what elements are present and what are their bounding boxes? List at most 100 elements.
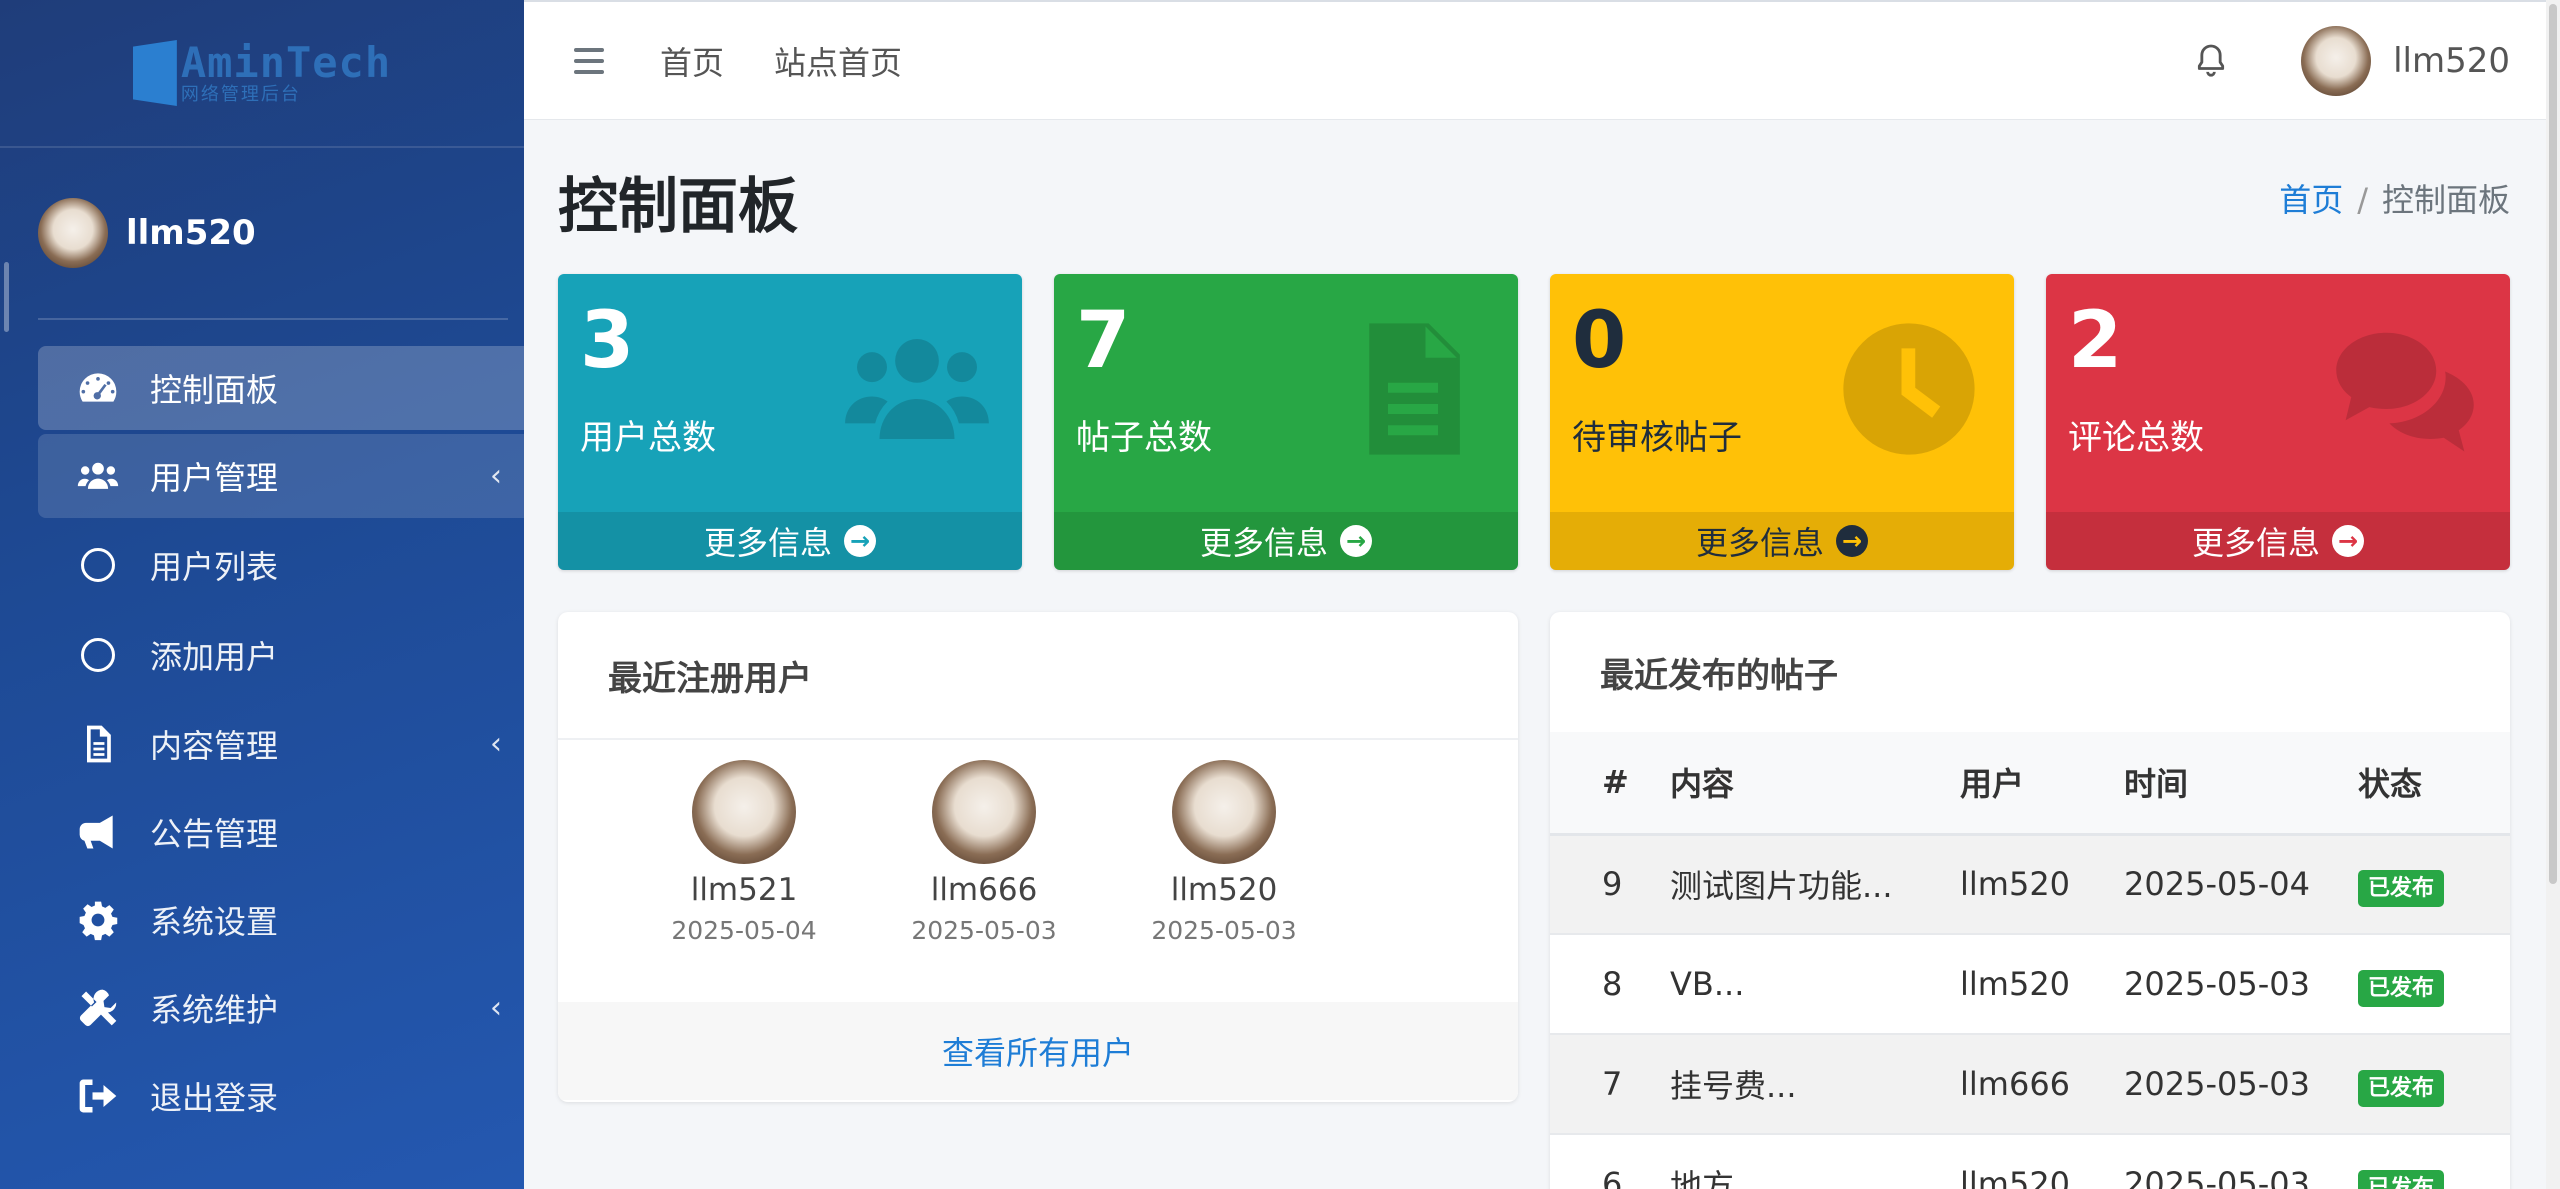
- nav-link-home[interactable]: 首页: [660, 38, 724, 84]
- cell-id: 8: [1550, 934, 1670, 1035]
- bell-icon[interactable]: [2191, 41, 2231, 81]
- dashboard-gauge-icon: [76, 366, 120, 410]
- more-info-label: 更多信息: [1695, 524, 1824, 562]
- cell-id: 6: [1550, 1134, 1670, 1189]
- sidebar-item-maintenance[interactable]: 系统维护 ‹: [38, 966, 524, 1050]
- scrollbar-thumb[interactable]: [2549, 4, 2557, 884]
- sidebar-item-settings[interactable]: 系统设置: [38, 878, 524, 962]
- table-row[interactable]: 9 测试图片功能... llm520 2025-05-04 已发布: [1550, 834, 2510, 935]
- circle-icon: [76, 543, 120, 587]
- sidebar-item-user-list[interactable]: 用户列表: [38, 522, 524, 608]
- header-username[interactable]: llm520: [2393, 41, 2510, 81]
- status-badge: 已发布: [2358, 1170, 2445, 1189]
- avatar: [38, 198, 108, 268]
- circle-icon: [76, 633, 120, 677]
- cell-time: 2025-05-04: [2124, 834, 2358, 935]
- user-name: llm520: [1170, 872, 1278, 908]
- more-info-link[interactable]: 更多信息 →: [1550, 512, 2014, 570]
- user-item[interactable]: llm521 2025-05-04: [624, 760, 864, 1002]
- arrow-circle-right-icon: →: [2332, 525, 2364, 557]
- stat-label: 帖子总数: [1076, 418, 1212, 458]
- page-scrollbar[interactable]: [2546, 0, 2560, 1189]
- column-header-id: #: [1550, 732, 1670, 836]
- sidebar-item-label: 退出登录: [150, 1079, 279, 1117]
- user-item[interactable]: llm666 2025-05-03: [864, 760, 1104, 1002]
- sidebar-item-dashboard[interactable]: 控制面板: [38, 346, 524, 430]
- brand-logo[interactable]: AminTech 网络管理后台: [132, 38, 392, 106]
- stat-boxes: 3 用户总数 更多信息 → 7 帖子总数 更多信息 → 0 待审核帖子 更多信息 → …: [558, 274, 2510, 570]
- sidebar-item-label: 系统设置: [150, 903, 279, 941]
- card-title: 最近发布的帖子: [1600, 655, 1838, 696]
- logo-text: AminTech: [180, 38, 392, 87]
- arrow-circle-right-icon: →: [844, 525, 876, 557]
- document-icon: [1369, 323, 1460, 455]
- arrow-circle-right-icon: →: [1836, 525, 1868, 557]
- cell-content: 地方...: [1670, 1134, 1960, 1189]
- user-item[interactable]: llm520 2025-05-03: [1104, 760, 1344, 1002]
- top-navbar: 首页 站点首页 llm520: [524, 0, 2560, 120]
- cell-user: llm520: [1960, 934, 2124, 1035]
- more-info-link[interactable]: 更多信息 →: [1054, 512, 1518, 570]
- breadcrumb-home-link[interactable]: 首页: [2279, 181, 2343, 219]
- cell-time: 2025-05-03: [2124, 934, 2358, 1035]
- cell-user: llm520: [1960, 834, 2124, 935]
- main-content: 控制面板 首页 / 控制面板 3 用户总数 更多信息 → 7 帖子总数 更多信息 → 0…: [558, 120, 2510, 1189]
- sidebar: AminTech 网络管理后台 llm520 控制面板 用户管理 ‹ 用户列表: [0, 0, 524, 1189]
- sidebar-item-label: 系统维护: [150, 991, 279, 1029]
- table-row[interactable]: 8 VB... llm520 2025-05-03 已发布: [1550, 934, 2510, 1035]
- cell-user: llm666: [1960, 1034, 2124, 1135]
- more-info-label: 更多信息: [1199, 524, 1328, 562]
- more-info-label: 更多信息: [703, 524, 832, 562]
- clock-icon: [1843, 323, 1975, 455]
- gear-icon: [76, 898, 120, 942]
- more-info-link[interactable]: 更多信息 →: [2046, 512, 2510, 570]
- hamburger-menu-icon[interactable]: [574, 47, 604, 74]
- stat-value: 7: [1076, 296, 1131, 386]
- table-row[interactable]: 6 地方... llm520 2025-05-03 已发布: [1550, 1134, 2510, 1189]
- cell-content: VB...: [1670, 934, 1960, 1035]
- cell-user: llm520: [1960, 1134, 2124, 1189]
- view-all-users-link[interactable]: 查看所有用户: [558, 1002, 1518, 1100]
- nav-link-site-home[interactable]: 站点首页: [774, 38, 902, 84]
- more-info-link[interactable]: 更多信息 →: [558, 512, 1022, 570]
- user-name: llm666: [930, 872, 1038, 908]
- status-badge: 已发布: [2358, 1070, 2445, 1107]
- breadcrumb-separator: /: [2357, 181, 2368, 219]
- breadcrumb: 首页 / 控制面板: [2279, 175, 2510, 221]
- sidebar-item-add-user[interactable]: 添加用户: [38, 612, 524, 698]
- logo-mark-icon: [132, 40, 177, 106]
- sidebar-item-announcements[interactable]: 公告管理: [38, 790, 524, 874]
- recent-users-card: 最近注册用户 llm521 2025-05-04 llm666 2025-05-…: [558, 612, 1518, 1102]
- stat-box-posts: 7 帖子总数 更多信息 →: [1054, 274, 1518, 570]
- sidebar-item-label: 内容管理: [150, 727, 279, 765]
- more-info-label: 更多信息: [2191, 524, 2320, 562]
- user-date: 2025-05-04: [671, 916, 817, 945]
- sidebar-item-label: 公告管理: [150, 815, 279, 853]
- brand-logo-area[interactable]: AminTech 网络管理后台: [0, 0, 524, 148]
- cell-time: 2025-05-03: [2124, 1134, 2358, 1189]
- chevron-left-icon: ‹: [490, 458, 502, 494]
- cell-time: 2025-05-03: [2124, 1034, 2358, 1135]
- megaphone-icon: [76, 810, 120, 854]
- recent-users-list: llm521 2025-05-04 llm666 2025-05-03 llm5…: [558, 740, 1518, 1002]
- table-row[interactable]: 7 挂号费... llm666 2025-05-03 已发布: [1550, 1034, 2510, 1135]
- user-date: 2025-05-03: [1151, 916, 1297, 945]
- column-header-time: 时间: [2124, 732, 2358, 836]
- sidebar-item-label: 用户列表: [150, 548, 279, 586]
- sidebar-scrollbar[interactable]: [4, 262, 9, 332]
- user-avatar[interactable]: [2301, 25, 2372, 96]
- sidebar-item-user-management[interactable]: 用户管理 ‹: [38, 434, 524, 518]
- cell-content: 测试图片功能...: [1670, 834, 1960, 935]
- stat-value: 0: [1572, 296, 1627, 386]
- avatar: [692, 760, 796, 864]
- sidebar-item-logout[interactable]: 退出登录: [38, 1054, 524, 1138]
- sidebar-user-panel[interactable]: llm520: [38, 148, 508, 320]
- chevron-left-icon: ‹: [490, 726, 502, 762]
- avatar: [932, 760, 1036, 864]
- sidebar-item-label: 用户管理: [150, 459, 279, 497]
- sidebar-username[interactable]: llm520: [126, 213, 256, 253]
- page-title: 控制面板: [558, 171, 798, 242]
- sidebar-item-content-management[interactable]: 内容管理 ‹: [38, 702, 524, 786]
- sidebar-item-label: 添加用户: [150, 638, 279, 676]
- stat-value: 2: [2068, 296, 2123, 386]
